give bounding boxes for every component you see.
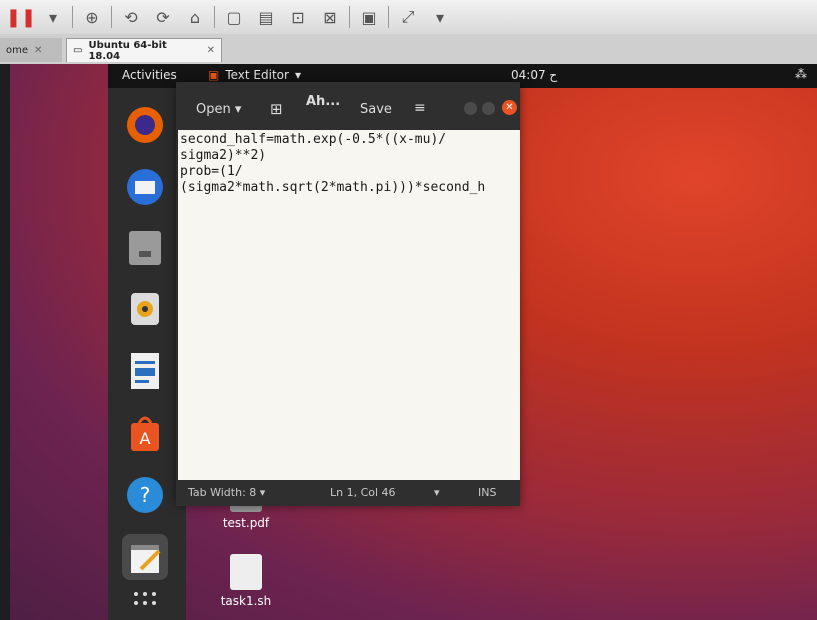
- rhythmbox-icon[interactable]: [122, 286, 168, 332]
- svg-text:A: A: [140, 429, 151, 448]
- tab-width-selector[interactable]: Tab Width: 8 ▾: [188, 486, 265, 499]
- help-icon[interactable]: ?: [122, 472, 168, 518]
- pause-icon[interactable]: ❚❚: [6, 5, 36, 29]
- network-icon[interactable]: ⊕: [79, 5, 105, 29]
- vmware-toolbar: ❚❚ ▾ ⊕ ⟲ ⟳ ⌂ ▢ ▤ ⊡ ⊠ ▣ ⤢ ▾: [0, 0, 817, 34]
- file-name: task1.sh: [220, 594, 272, 608]
- tab-width-label: Tab Width: 8: [188, 486, 257, 499]
- stretch-icon[interactable]: ⤢: [395, 5, 421, 29]
- new-document-icon[interactable]: ⊞: [270, 100, 283, 118]
- snapshot-icon[interactable]: ⟲: [118, 5, 144, 29]
- show-applications-icon[interactable]: [122, 580, 168, 620]
- activities-button[interactable]: Activities: [122, 68, 177, 82]
- full-screen-icon[interactable]: ▢: [221, 5, 247, 29]
- toolbar-divider: [214, 6, 215, 28]
- toolbar-divider: [349, 6, 350, 28]
- document-title: Ah...: [306, 94, 341, 109]
- libreoffice-writer-icon[interactable]: [122, 348, 168, 394]
- text-editor-dock-icon[interactable]: [122, 534, 168, 580]
- tab-home[interactable]: ome ✕: [0, 38, 62, 62]
- network-status-icon[interactable]: ⁂: [795, 67, 807, 81]
- script-file-icon: [230, 554, 262, 590]
- chevron-down-icon: ▾: [234, 102, 242, 117]
- editor-status-bar: Tab Width: 8 ▾ Ln 1, Col 46 ▾ INS: [176, 480, 520, 506]
- menu-icon[interactable]: ≡: [414, 100, 426, 116]
- code-line: sigma2)**2): [180, 148, 267, 163]
- cursor-position[interactable]: Ln 1, Col 46: [330, 486, 396, 499]
- vm-tab-bar: ome ✕ ▭ Ubuntu 64-bit 18.04 ✕: [0, 34, 817, 65]
- maximize-icon[interactable]: [482, 102, 495, 115]
- clock[interactable]: 04:07 ح: [511, 68, 557, 82]
- insert-mode-indicator: INS: [478, 486, 497, 499]
- vm-screen[interactable]: Activities ▣ Text Editor ▾ 04:07 ح ⁂ A ?…: [10, 64, 817, 620]
- console-icon[interactable]: ▣: [356, 5, 382, 29]
- no-scale-icon[interactable]: ⊠: [317, 5, 343, 29]
- close-icon[interactable]: ✕: [207, 45, 215, 56]
- toolbar-divider: [388, 6, 389, 28]
- thunderbird-icon[interactable]: [122, 164, 168, 210]
- tab-label: ome: [6, 44, 29, 56]
- editor-text-area[interactable]: second_half=math.exp(-0.5*((x-mu)/sigma2…: [178, 130, 520, 480]
- stretch-dropdown-icon[interactable]: ▾: [427, 5, 453, 29]
- desktop-file-task1-sh[interactable]: task1.sh: [206, 554, 286, 608]
- language-selector[interactable]: ▾: [434, 486, 440, 499]
- dropdown-icon[interactable]: ▾: [40, 5, 66, 29]
- firefox-icon[interactable]: [122, 102, 168, 148]
- revert-snapshot-icon[interactable]: ⟳: [150, 5, 176, 29]
- text-editor-icon: ▣: [208, 68, 220, 82]
- file-name: test.pdf: [222, 516, 270, 530]
- unity-icon[interactable]: ▤: [253, 5, 279, 29]
- clock-suffix: ح: [549, 68, 558, 82]
- desktop-file-test-pdf[interactable]: test.pdf: [206, 502, 286, 530]
- text-editor-window: Open ▾ ⊞ Ah... Save ≡ ✕ second_half=math…: [176, 82, 520, 506]
- toolbar-divider: [72, 6, 73, 28]
- tab-ubuntu[interactable]: ▭ Ubuntu 64-bit 18.04 ✕: [66, 38, 222, 62]
- tab-label: Ubuntu 64-bit 18.04: [88, 39, 167, 62]
- svg-text:?: ?: [140, 483, 151, 507]
- code-line: prob=(1/: [180, 164, 243, 179]
- editor-header-bar: Open ▾ ⊞ Ah... Save ≡ ✕: [176, 82, 520, 130]
- clock-time: 04:07: [511, 68, 546, 82]
- save-button[interactable]: Save: [360, 102, 392, 117]
- files-icon[interactable]: [122, 224, 168, 270]
- close-icon[interactable]: ✕: [34, 45, 42, 56]
- close-icon[interactable]: ✕: [502, 100, 517, 115]
- chevron-down-icon: ▾: [294, 68, 301, 82]
- code-line: second_half=math.exp(-0.5*((x-mu)/: [180, 132, 447, 147]
- open-button[interactable]: Open ▾: [196, 102, 241, 117]
- code-line: (sigma2*math.sqrt(2*math.pi)))*second_h: [180, 180, 486, 195]
- software-center-icon[interactable]: A: [122, 410, 168, 456]
- app-menu[interactable]: ▣ Text Editor ▾: [208, 68, 301, 82]
- toolbar-divider: [111, 6, 112, 28]
- fit-window-icon[interactable]: ⊡: [285, 5, 311, 29]
- open-label: Open: [196, 102, 231, 117]
- app-name: Text Editor: [225, 68, 289, 82]
- minimize-icon[interactable]: [464, 102, 477, 115]
- vm-icon: ▭: [73, 45, 83, 56]
- snapshot-manager-icon[interactable]: ⌂: [182, 5, 208, 29]
- dock: A ?: [108, 88, 186, 620]
